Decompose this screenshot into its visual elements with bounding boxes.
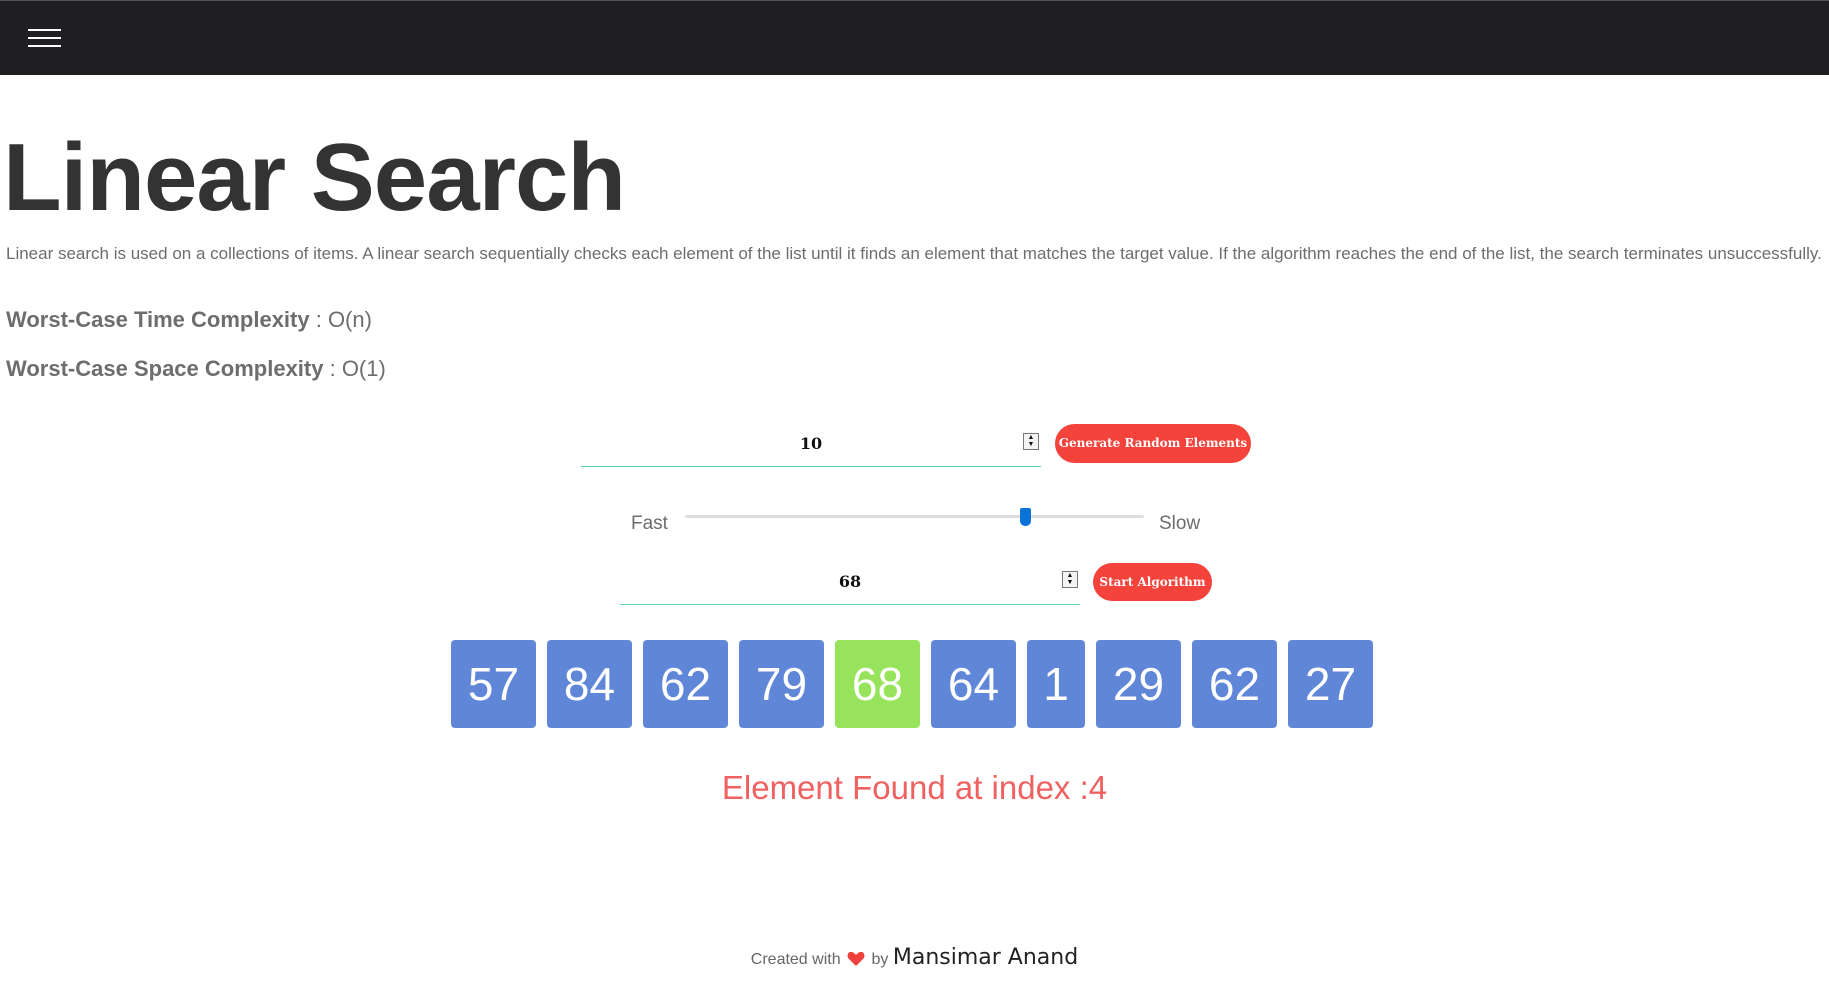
space-complexity-value: : O(1)	[323, 356, 386, 381]
time-complexity: Worst-Case Time Complexity : O(n)	[6, 307, 372, 333]
speed-slider-thumb[interactable]	[1020, 508, 1031, 526]
array-cell: 64	[931, 640, 1016, 728]
algorithm-description: Linear search is used on a collections o…	[6, 244, 1822, 263]
generate-random-elements-button[interactable]: Generate Random Elements	[1055, 424, 1251, 463]
target-value-input[interactable]: 68 ▲ ▼	[620, 559, 1080, 605]
spinner-arrows-icon[interactable]: ▲ ▼	[1062, 571, 1078, 588]
space-complexity: Worst-Case Space Complexity : O(1)	[6, 356, 386, 382]
array-cell-found: 68	[835, 640, 920, 728]
time-complexity-value: : O(n)	[309, 307, 372, 332]
author-name: Mansimar Anand	[892, 945, 1079, 970]
hamburger-menu-icon[interactable]	[28, 29, 61, 47]
footer: Created with by Mansimar Anand	[0, 945, 1829, 972]
time-complexity-label: Worst-Case Time Complexity	[6, 307, 310, 332]
footer-prefix: Created with	[750, 951, 841, 968]
array-size-input[interactable]: 10 ▲ ▼	[581, 421, 1041, 467]
array-cell: 29	[1096, 640, 1181, 728]
array-cell: 62	[643, 640, 728, 728]
array-cell: 62	[1192, 640, 1277, 728]
array-cell: 57	[451, 640, 536, 728]
space-complexity-label: Worst-Case Space Complexity	[6, 356, 324, 381]
array-cell: 84	[547, 640, 632, 728]
heart-icon	[847, 951, 865, 972]
result-message: Element Found at index :4	[721, 769, 1108, 806]
array-cell: 27	[1288, 640, 1373, 728]
target-value: 68	[838, 572, 862, 591]
spinner-arrows-icon[interactable]: ▲ ▼	[1023, 433, 1039, 450]
top-navbar	[0, 0, 1829, 75]
array-cell: 1	[1027, 640, 1085, 728]
array-elements: 57 84 62 79 68 64 1 29 62 27	[0, 640, 1829, 728]
page-title: Linear Search	[3, 124, 626, 231]
start-algorithm-button[interactable]: Start Algorithm	[1093, 563, 1212, 601]
footer-by: by	[871, 951, 889, 968]
array-cell: 79	[739, 640, 824, 728]
fast-label: Fast	[631, 513, 668, 534]
slow-label: Slow	[1159, 513, 1201, 534]
speed-slider[interactable]	[685, 515, 1144, 518]
array-size-value: 10	[799, 434, 823, 453]
